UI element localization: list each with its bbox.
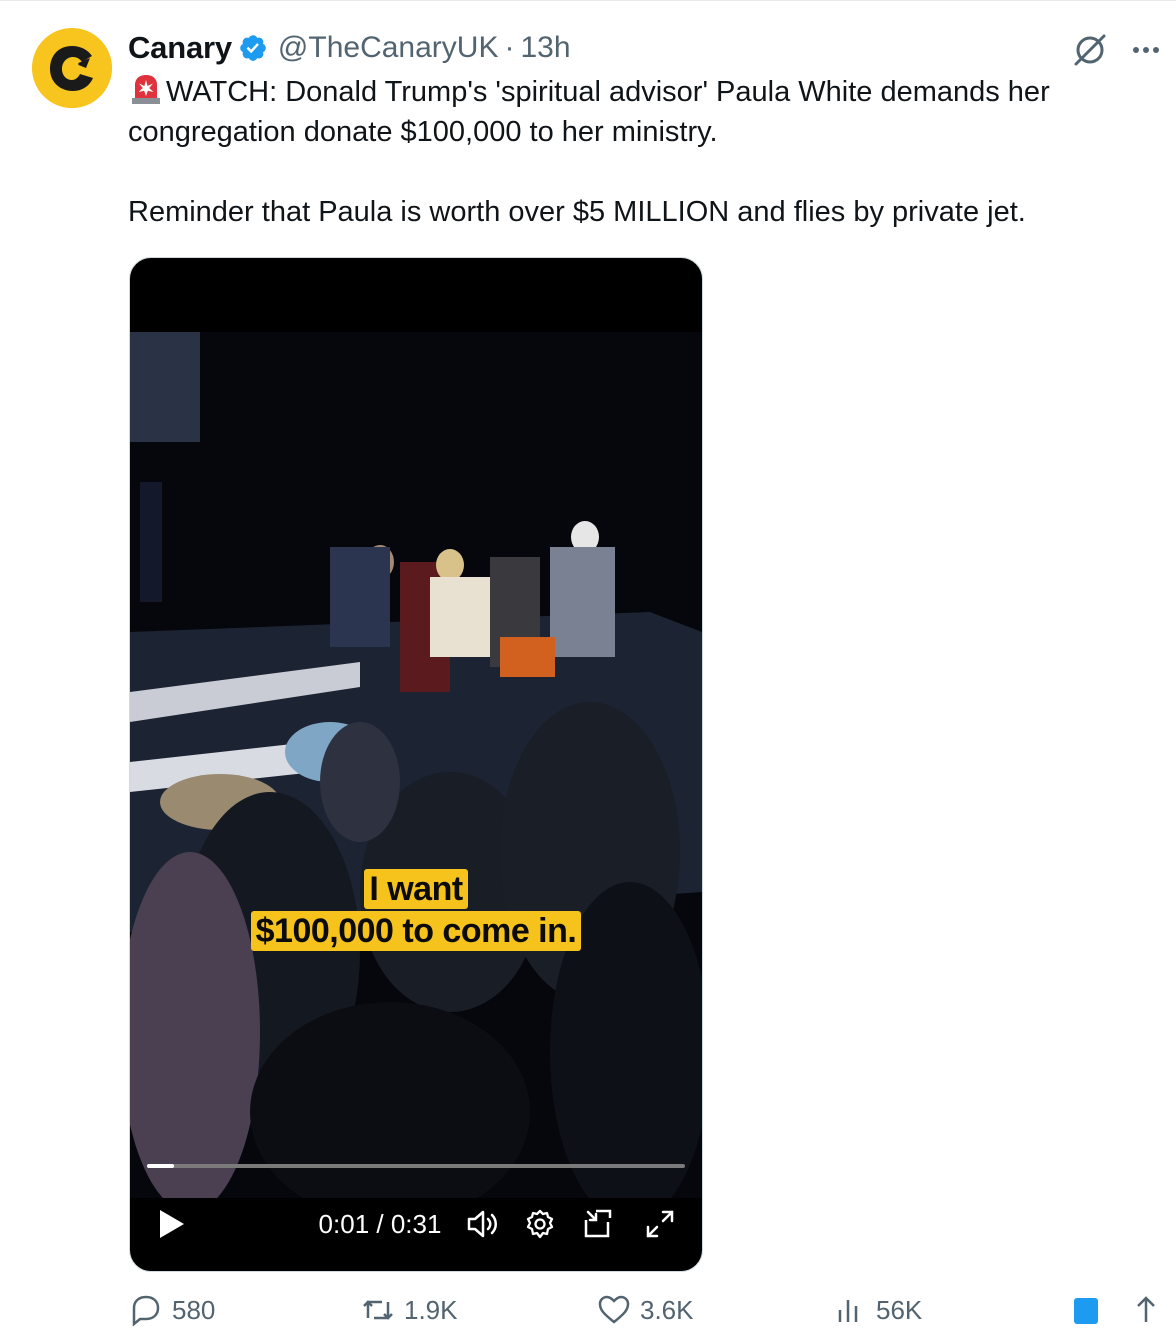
video-progress-fill (147, 1164, 174, 1168)
timestamp[interactable]: 13h (520, 31, 570, 65)
video-player[interactable]: I want $100,000 to come in. 0:01 / 0:31 (129, 257, 703, 1272)
settings-button[interactable] (520, 1194, 560, 1254)
top-divider (0, 0, 1176, 1)
pip-icon (584, 1209, 612, 1238)
volume-icon (467, 1210, 497, 1238)
like-count: 3.6K (640, 1295, 694, 1325)
tweet-paragraph-1: WATCH: Donald Trump's 'spiritual advisor… (128, 72, 1148, 152)
repost-count: 1.9K (404, 1295, 458, 1325)
author-name[interactable]: Canary (128, 30, 232, 66)
video-progress-bar[interactable] (147, 1164, 685, 1168)
volume-button[interactable] (464, 1194, 504, 1254)
play-icon (160, 1210, 184, 1238)
repost-button[interactable]: 1.9K (360, 1292, 458, 1328)
views-count: 56K (876, 1295, 923, 1325)
fullscreen-icon (646, 1210, 674, 1238)
views-button[interactable]: 56K (832, 1292, 922, 1328)
play-button[interactable] (152, 1194, 192, 1254)
views-icon (838, 1300, 858, 1322)
reply-icon (132, 1295, 160, 1327)
bookmark-button[interactable] (1070, 1292, 1106, 1328)
author-handle[interactable]: @TheCanaryUK (278, 31, 499, 65)
like-button[interactable]: 3.6K (596, 1292, 694, 1328)
bookmark-icon (1074, 1298, 1098, 1324)
settings-icon (526, 1209, 554, 1239)
video-controls: 0:01 / 0:31 (130, 1194, 702, 1254)
reply-count: 580 (172, 1295, 216, 1325)
caption-line-2: $100,000 to come in. (250, 911, 582, 951)
caption-line-1: I want (364, 869, 468, 909)
tweet-header: Canary @TheCanaryUK · 13h (128, 28, 571, 68)
share-button[interactable] (1128, 1292, 1164, 1328)
video-frame (130, 332, 702, 1198)
more-icon[interactable] (1126, 30, 1166, 70)
video-caption: I want $100,000 to come in. (130, 869, 702, 951)
pip-button[interactable] (578, 1194, 618, 1254)
share-icon (1137, 1296, 1155, 1322)
tweet-line-1: WATCH: Donald Trump's 'spiritual advisor… (128, 76, 1050, 148)
repost-icon (363, 1300, 393, 1320)
grok-icon[interactable] (1070, 30, 1110, 70)
tweet-paragraph-2: Reminder that Paula is worth over $5 MIL… (128, 196, 1026, 228)
separator-dot: · (504, 31, 515, 64)
siren-icon (132, 75, 160, 104)
canary-logo-icon (32, 28, 112, 108)
verified-badge-icon[interactable] (238, 33, 268, 63)
video-timecode: 0:01 / 0:31 (318, 1208, 442, 1239)
avatar[interactable] (32, 28, 112, 108)
like-icon (598, 1295, 630, 1324)
tweet-actions: 580 1.9K 3.6K 56K (128, 1292, 1168, 1327)
fullscreen-button[interactable] (638, 1194, 682, 1254)
reply-button[interactable]: 580 (128, 1292, 215, 1328)
tweet-text: WATCH: Donald Trump's 'spiritual advisor… (128, 72, 1148, 232)
